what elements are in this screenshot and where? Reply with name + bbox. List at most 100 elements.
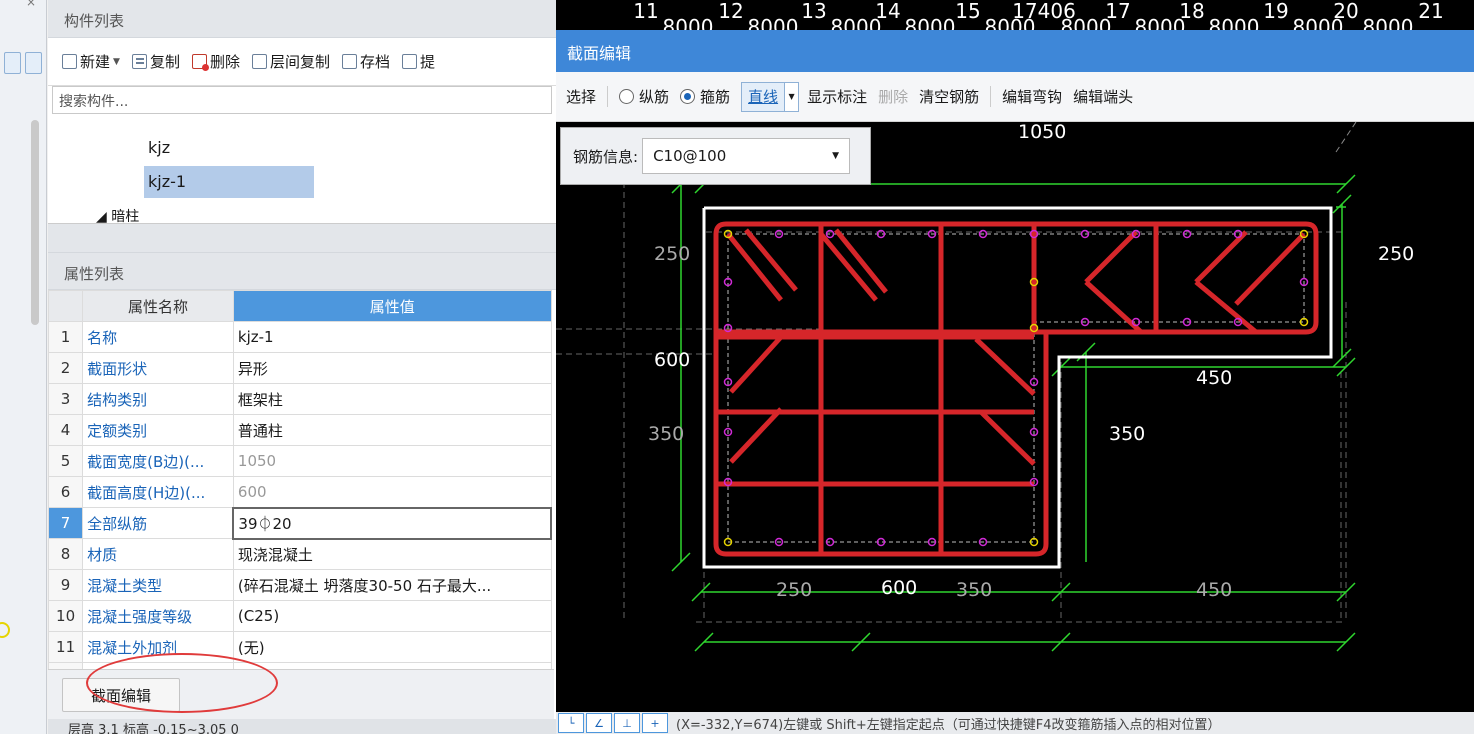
- new-button[interactable]: 新建 ▼: [62, 51, 120, 72]
- search-input[interactable]: 搜索构件...: [52, 86, 552, 114]
- property-name: 材质: [82, 538, 234, 570]
- archive-button[interactable]: 存档: [341, 51, 390, 72]
- dimension-label: 600: [654, 349, 690, 371]
- dialog-toolbar: 选择 纵筋 箍筋 直线 ▼ 显示标注 删除 清空钢筋 编辑弯钩 编辑端头: [556, 72, 1474, 122]
- collapse-triangle-icon: ◢: [96, 209, 112, 224]
- extract-button[interactable]: 提: [402, 51, 435, 72]
- property-name: 全部纵筋: [82, 507, 234, 539]
- row-number: 5: [47, 445, 84, 477]
- property-name: 截面高度(H边)(...: [82, 476, 234, 508]
- table-row[interactable]: 10 混凝土强度等级 (C25): [47, 600, 552, 632]
- orthogonal-icon[interactable]: └: [558, 713, 584, 733]
- span-label: 8000: [1209, 15, 1260, 30]
- axis-label: 13: [801, 0, 826, 23]
- row-number: 9: [47, 569, 84, 601]
- stirrup-hook: [1194, 230, 1248, 284]
- span-label: 8000: [748, 15, 799, 30]
- scrollbar[interactable]: [31, 120, 39, 325]
- view-toggle-buttons[interactable]: [4, 52, 42, 80]
- rebar-info-select[interactable]: C10@100 ▼: [642, 138, 851, 174]
- property-value[interactable]: 普通柱: [232, 414, 552, 446]
- table-row[interactable]: 6 截面高度(H边)(... 600: [47, 476, 552, 508]
- table-row[interactable]: 9 混凝土类型 (碎石混凝土 坍落度30-50 石子最大...: [47, 569, 552, 601]
- property-value[interactable]: (C25): [232, 600, 552, 632]
- close-icon[interactable]: ×: [26, 0, 36, 9]
- extract-icon: [402, 54, 417, 69]
- select-button[interactable]: 选择: [566, 86, 596, 107]
- snap-point-marker: [0, 622, 10, 638]
- tree-group-hidden-column[interactable]: ◢ 暗柱: [96, 206, 139, 224]
- property-name: 名称: [82, 321, 234, 353]
- property-value[interactable]: 1050: [232, 445, 552, 477]
- stirrup-radio[interactable]: 箍筋: [680, 86, 730, 107]
- properties-section: 属性列表 属性名称 属性值 1 名称 kjz-1 2 截面形状 异形 3 结构类别 框架柱 4 定额类…: [47, 252, 556, 694]
- grid-line: [1335, 122, 1357, 153]
- property-value[interactable]: 框架柱: [232, 383, 552, 415]
- section-canvas[interactable]: 1050 250 450 600 350 250 350 250 600 350 450: [556, 122, 1474, 712]
- dimension-label: 450: [1196, 367, 1232, 389]
- table-row[interactable]: 11 混凝土外加剂 (无): [47, 631, 552, 663]
- table-row[interactable]: 3 结构类别 框架柱: [47, 383, 552, 415]
- angle-icon[interactable]: ∠: [586, 713, 612, 733]
- property-name: 混凝土外加剂: [82, 631, 234, 663]
- table-row[interactable]: 8 材质 现浇混凝土: [47, 538, 552, 570]
- line-mode-dropdown[interactable]: 直线 ▼: [741, 81, 800, 112]
- properties-table: 属性名称 属性值 1 名称 kjz-1 2 截面形状 异形 3 结构类别 框架柱 4 定额类别 普通柱 5…: [47, 290, 552, 694]
- longitudinal-radio[interactable]: 纵筋: [607, 86, 669, 107]
- property-name: 混凝土类型: [82, 569, 234, 601]
- table-row[interactable]: 4 定额类别 普通柱: [47, 414, 552, 446]
- row-number: 10: [47, 600, 84, 632]
- properties-title: 属性列表: [48, 252, 556, 290]
- component-list-title: 构件列表: [48, 0, 556, 38]
- radio-icon: [619, 89, 635, 104]
- tree-item-kjz[interactable]: kjz: [144, 132, 314, 164]
- edit-hook-button[interactable]: 编辑弯钩: [990, 86, 1062, 107]
- row-number: 7: [47, 507, 84, 539]
- delete-icon: [191, 54, 209, 71]
- chevron-down-icon[interactable]: ▼: [832, 151, 839, 161]
- layout-icon[interactable]: [4, 52, 21, 74]
- dimension-label: 450: [1196, 579, 1232, 601]
- dialog-title: 截面编辑: [556, 30, 1474, 72]
- show-dims-button[interactable]: 显示标注: [807, 86, 867, 107]
- table-row[interactable]: 2 截面形状 异形: [47, 352, 552, 384]
- radio-selected-icon: [680, 89, 696, 104]
- dimension-label: 600: [881, 577, 917, 599]
- floor-copy-button[interactable]: 层间复制: [251, 51, 330, 72]
- property-value[interactable]: 现浇混凝土: [232, 538, 552, 570]
- dimension-label: 350: [956, 579, 992, 601]
- status-bar-left: 层高 3.1 标高 -0.15~3.05 0: [48, 719, 558, 734]
- property-value[interactable]: 异形: [232, 352, 552, 384]
- table-row[interactable]: 1 名称 kjz-1: [47, 321, 552, 353]
- list-icon[interactable]: [25, 52, 42, 74]
- property-value[interactable]: 600: [232, 476, 552, 508]
- panel-splitter[interactable]: [48, 224, 556, 252]
- property-value[interactable]: (无): [232, 631, 552, 663]
- perpendicular-icon[interactable]: ⊥: [614, 713, 640, 733]
- rebar-info-label: 钢筋信息:: [573, 147, 639, 166]
- property-value[interactable]: (碎石混凝土 坍落度30-50 石子最大...: [232, 569, 552, 601]
- row-number: 2: [47, 352, 84, 384]
- property-value[interactable]: kjz-1: [232, 321, 552, 353]
- column-header-value: 属性值: [232, 290, 552, 322]
- table-row[interactable]: 7 全部纵筋 39⏀20: [47, 506, 552, 540]
- row-number: 1: [47, 321, 84, 353]
- tree-item-kjz-1[interactable]: kjz-1: [144, 166, 314, 198]
- property-value[interactable]: 39⏀20: [232, 506, 552, 540]
- edit-end-button[interactable]: 编辑端头: [1073, 86, 1133, 107]
- row-number: 3: [47, 383, 84, 415]
- copy-button[interactable]: 复制: [131, 51, 180, 72]
- component-tree: kjz kjz-1 ◢ 暗柱: [48, 114, 556, 224]
- axis-label: 12: [718, 0, 743, 23]
- section-edit-button[interactable]: 截面编辑: [62, 678, 180, 712]
- clear-rebar-button[interactable]: 清空钢筋: [919, 86, 979, 107]
- table-row[interactable]: 5 截面宽度(B边)(... 1050: [47, 445, 552, 477]
- chevron-down-icon[interactable]: ▼: [113, 57, 120, 67]
- property-name: 结构类别: [82, 383, 234, 415]
- new-icon: [62, 54, 77, 69]
- chevron-down-icon[interactable]: ▼: [784, 82, 799, 111]
- plus-icon[interactable]: +: [642, 713, 668, 733]
- delete-button[interactable]: 删除: [191, 51, 240, 72]
- property-name: 截面形状: [82, 352, 234, 384]
- row-number: 4: [47, 414, 84, 446]
